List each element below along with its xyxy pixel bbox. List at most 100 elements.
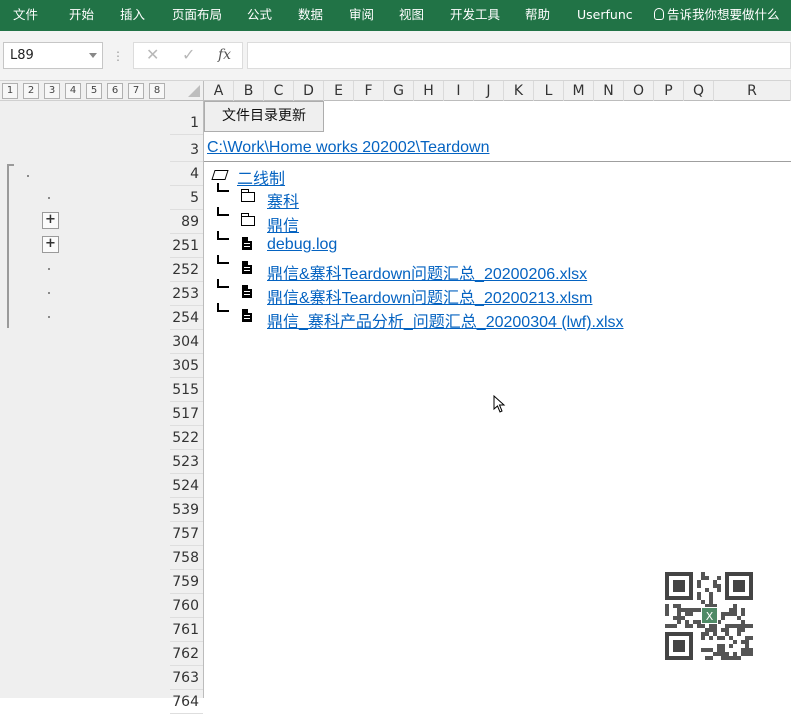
column-header-i[interactable]: I xyxy=(444,81,474,101)
column-header-f[interactable]: F xyxy=(354,81,384,101)
outline-level-4[interactable]: 4 xyxy=(65,83,81,99)
row-header[interactable]: 253 xyxy=(170,282,203,306)
column-header-p[interactable]: P xyxy=(654,81,684,101)
tree-item-link[interactable]: 二线制 xyxy=(237,165,285,189)
row-header[interactable]: 304 xyxy=(170,330,203,354)
more-dots-icon: ⋮ xyxy=(112,49,124,63)
column-header-o[interactable]: O xyxy=(624,81,654,101)
outline-level-6[interactable]: 6 xyxy=(107,83,123,99)
column-header-j[interactable]: J xyxy=(474,81,504,101)
file-icon xyxy=(242,285,252,298)
column-header-a[interactable]: A xyxy=(204,81,234,101)
expand-plus-icon[interactable]: + xyxy=(42,236,59,253)
outline-level-3[interactable]: 3 xyxy=(44,83,60,99)
tab-review[interactable]: 审阅 xyxy=(349,0,374,31)
outline-level-5[interactable]: 5 xyxy=(86,83,102,99)
outline-level-2[interactable]: 2 xyxy=(23,83,39,99)
column-headers: A B C D E F G H I J K L M N O P Q R xyxy=(204,81,791,101)
row-header[interactable]: 759 xyxy=(170,570,203,594)
row-header[interactable]: 761 xyxy=(170,618,203,642)
root-path-link[interactable]: C:\Work\Home works 202002\Teardown xyxy=(207,139,490,157)
row-header[interactable]: 89 xyxy=(170,210,203,234)
column-header-q[interactable]: Q xyxy=(684,81,714,101)
row-header[interactable]: 4 xyxy=(170,162,203,186)
tree-item-link[interactable]: 寨科 xyxy=(267,188,299,212)
column-header-n[interactable]: N xyxy=(594,81,624,101)
row-header[interactable]: 305 xyxy=(170,354,203,378)
outline-level-8[interactable]: 8 xyxy=(149,83,165,99)
column-header-r[interactable]: R xyxy=(714,81,791,101)
row-header[interactable]: 524 xyxy=(170,474,203,498)
insert-function-icon[interactable]: fx xyxy=(218,47,231,63)
name-box[interactable]: L89 xyxy=(3,42,103,69)
tell-me-search[interactable]: 告诉我你想要做什么 xyxy=(654,0,780,31)
formula-buttons: ✕ ✓ fx xyxy=(133,42,243,69)
tree-item-link[interactable]: 鼎信&寨科Teardown问题汇总_20200206.xlsx xyxy=(267,260,587,284)
column-header-h[interactable]: H xyxy=(414,81,444,101)
row-header[interactable]: 760 xyxy=(170,594,203,618)
folder-icon xyxy=(240,189,255,202)
tree-branch-icon xyxy=(217,279,229,288)
worksheet-grid[interactable]: 文件目录更新 C:\Work\Home works 202002\Teardow… xyxy=(204,101,791,698)
row-header[interactable]: 252 xyxy=(170,258,203,282)
outline-level-1[interactable]: 1 xyxy=(2,83,18,99)
formula-input[interactable] xyxy=(247,42,791,69)
tree-item-link[interactable]: debug.log xyxy=(267,236,337,254)
row-header[interactable]: 5 xyxy=(170,186,203,210)
column-header-l[interactable]: L xyxy=(534,81,564,101)
row-header[interactable]: 762 xyxy=(170,642,203,666)
tab-data[interactable]: 数据 xyxy=(298,0,323,31)
column-header-m[interactable]: M xyxy=(564,81,594,101)
outline-group-start xyxy=(7,164,14,166)
outline-level-buttons: 1 2 3 4 5 6 7 8 xyxy=(0,81,170,101)
row-header[interactable]: 539 xyxy=(170,498,203,522)
outline-gutter: + + xyxy=(0,101,170,698)
column-header-c[interactable]: C xyxy=(264,81,294,101)
column-header-e[interactable]: E xyxy=(324,81,354,101)
tab-help[interactable]: 帮助 xyxy=(525,0,550,31)
tab-home[interactable]: 开始 xyxy=(69,0,94,31)
tab-developer[interactable]: 开发工具 xyxy=(450,0,500,31)
tab-file[interactable]: 文件 xyxy=(13,0,38,31)
tab-formulas[interactable]: 公式 xyxy=(247,0,272,31)
tab-insert[interactable]: 插入 xyxy=(120,0,145,31)
column-header-k[interactable]: K xyxy=(504,81,534,101)
tree-branch-icon xyxy=(217,183,229,192)
outline-level-7[interactable]: 7 xyxy=(128,83,144,99)
tell-me-label: 告诉我你想要做什么 xyxy=(667,7,780,22)
row-header[interactable]: 758 xyxy=(170,546,203,570)
name-box-value: L89 xyxy=(10,48,34,63)
select-all-corner[interactable] xyxy=(170,81,204,101)
column-header-b[interactable]: B xyxy=(234,81,264,101)
column-header-d[interactable]: D xyxy=(294,81,324,101)
tab-view[interactable]: 视图 xyxy=(399,0,424,31)
folder-icon xyxy=(240,213,255,226)
row-header[interactable]: 251 xyxy=(170,234,203,258)
confirm-icon[interactable]: ✓ xyxy=(182,45,195,64)
expand-plus-icon[interactable]: + xyxy=(42,212,59,229)
tree-item-link[interactable]: 鼎信_寨科产品分析_问题汇总_20200304 (lwf).xlsx xyxy=(267,308,624,332)
row-header[interactable]: 1 xyxy=(170,101,203,135)
row-header[interactable]: 523 xyxy=(170,450,203,474)
tree-item-link[interactable]: 鼎信&寨科Teardown问题汇总_20200213.xlsm xyxy=(267,284,592,308)
row-header[interactable]: 3 xyxy=(170,135,203,162)
tab-page-layout[interactable]: 页面布局 xyxy=(172,0,222,31)
row-header[interactable]: 764 xyxy=(170,690,203,714)
outline-group-bar[interactable] xyxy=(7,164,9,328)
formula-bar: L89 ⋮ ✕ ✓ fx xyxy=(0,31,791,81)
column-header-g[interactable]: G xyxy=(384,81,414,101)
row-header[interactable]: 515 xyxy=(170,378,203,402)
tree-item-link[interactable]: 鼎信 xyxy=(267,212,299,236)
row-header[interactable]: 254 xyxy=(170,306,203,330)
chevron-down-icon[interactable] xyxy=(89,53,97,58)
row-header[interactable]: 517 xyxy=(170,402,203,426)
outline-dot xyxy=(27,175,29,177)
row-header[interactable]: 522 xyxy=(170,426,203,450)
row-header[interactable]: 763 xyxy=(170,666,203,690)
tree-branch-icon xyxy=(217,231,229,240)
lightbulb-icon xyxy=(654,8,664,20)
cancel-icon[interactable]: ✕ xyxy=(146,45,159,64)
row-header[interactable]: 757 xyxy=(170,522,203,546)
update-directory-button[interactable]: 文件目录更新 xyxy=(204,101,324,132)
tab-userfunc[interactable]: Userfunc xyxy=(577,0,633,31)
